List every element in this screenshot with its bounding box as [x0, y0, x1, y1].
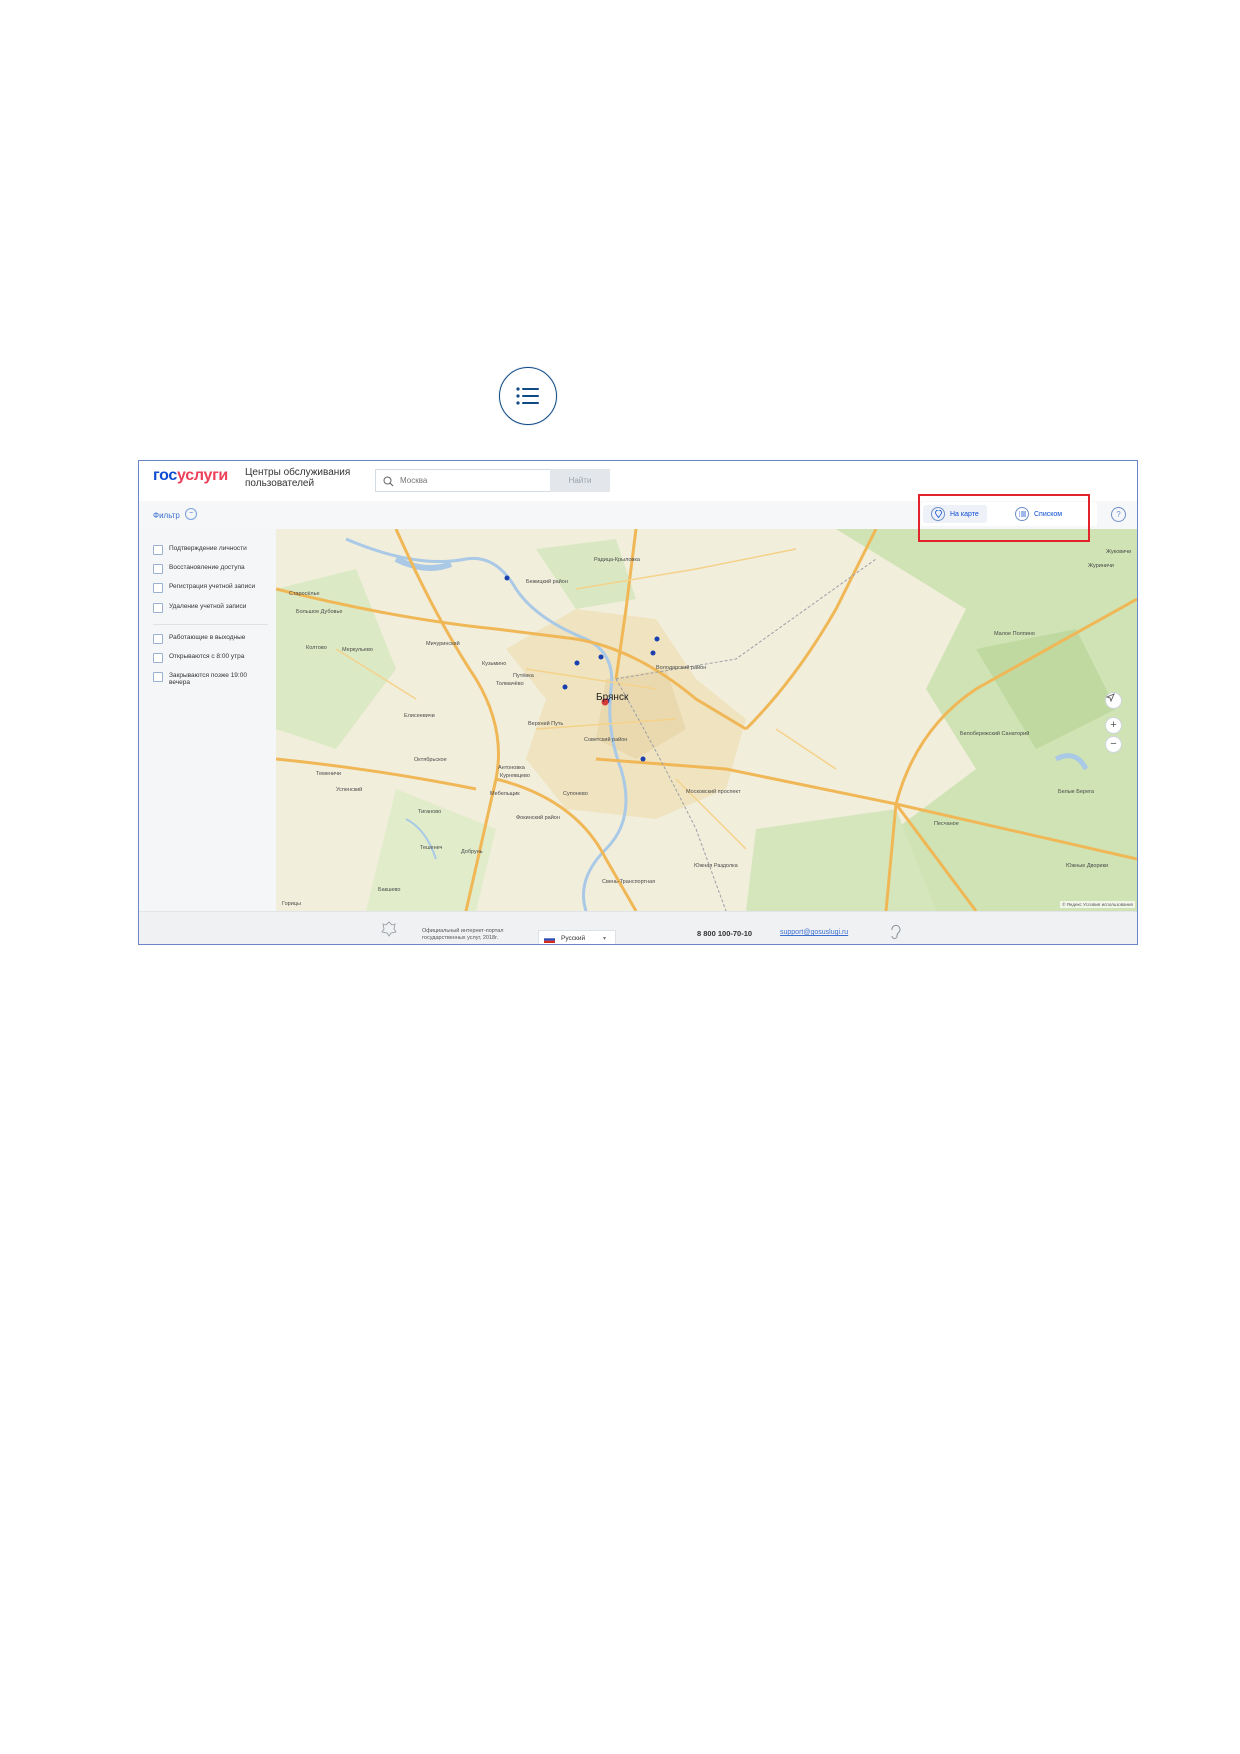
help-icon[interactable]: ?: [1111, 507, 1126, 522]
checkbox[interactable]: [153, 653, 163, 663]
support-phone[interactable]: 8 800 100-70-10: [697, 929, 752, 938]
schedule-option[interactable]: Открываются с 8:00 утра: [153, 653, 244, 663]
filter-collapse-icon[interactable]: −: [185, 508, 197, 520]
tab-map-view[interactable]: На карте: [923, 505, 987, 523]
map-marker: [640, 756, 646, 762]
coat-of-arms-icon: [380, 920, 398, 943]
checkbox[interactable]: [153, 634, 163, 644]
search-icon: [383, 474, 394, 492]
footer: Официальный интернет-портал государствен…: [139, 911, 1137, 944]
filter-option[interactable]: Восстановление доступа: [153, 564, 245, 574]
language-select[interactable]: Русский ▾: [538, 930, 616, 944]
portal-text: Официальный интернет-портал государствен…: [422, 928, 504, 941]
checkbox[interactable]: [153, 603, 163, 613]
schedule-option[interactable]: Работающие в выходные: [153, 634, 245, 644]
map-marker: [562, 684, 568, 690]
find-button[interactable]: Найти: [550, 469, 610, 492]
support-email[interactable]: support@gosuslugi.ru: [780, 929, 848, 936]
map-copyright[interactable]: © Яндекс Условия использования: [1060, 901, 1135, 908]
map-view[interactable]: Радица-Крыловка Старосёлье Большое Дубов…: [276, 529, 1137, 911]
map-canvas: [276, 529, 1137, 911]
checkbox[interactable]: [153, 672, 163, 682]
list-icon: [499, 367, 557, 425]
map-marker: [574, 660, 580, 666]
city-label: Брянск: [596, 692, 629, 703]
service-centers-screenshot: госуслуги Центры обслуживания пользовате…: [138, 460, 1138, 945]
filter-label[interactable]: Фильтр: [153, 511, 180, 520]
filter-option[interactable]: Регистрация учетной записи: [153, 583, 255, 593]
divider: [153, 624, 268, 625]
ear-icon[interactable]: [889, 924, 901, 944]
locate-button[interactable]: [1105, 692, 1122, 709]
checkbox[interactable]: [153, 564, 163, 574]
search-box: [375, 469, 550, 492]
map-marker: [598, 654, 604, 660]
page-title: Центры обслуживания пользователей: [245, 467, 351, 489]
list-icon: [1015, 507, 1029, 521]
locate-arrow-icon: [1106, 693, 1115, 702]
map-marker: [654, 636, 660, 642]
map-marker: [504, 575, 510, 581]
filter-option[interactable]: Удаление учетной записи: [153, 603, 246, 613]
map-pin-icon: [931, 507, 945, 521]
russia-flag-icon: [544, 936, 555, 943]
search-input[interactable]: [400, 473, 540, 487]
tab-list-view[interactable]: Списком: [1015, 505, 1062, 523]
zoom-in-button[interactable]: +: [1105, 717, 1122, 734]
checkbox[interactable]: [153, 545, 163, 555]
header: госуслуги Центры обслуживания пользовате…: [139, 461, 1137, 501]
map-marker: [650, 650, 656, 656]
gosuslugi-logo[interactable]: госуслуги: [153, 467, 228, 485]
schedule-option[interactable]: Закрываются позже 19:00 вечера: [153, 672, 253, 686]
checkbox[interactable]: [153, 583, 163, 593]
chevron-down-icon: ▾: [603, 936, 607, 942]
filter-option[interactable]: Подтверждение личности: [153, 545, 247, 555]
view-toggle: На карте Списком: [921, 502, 1097, 526]
zoom-out-button[interactable]: −: [1105, 736, 1122, 753]
